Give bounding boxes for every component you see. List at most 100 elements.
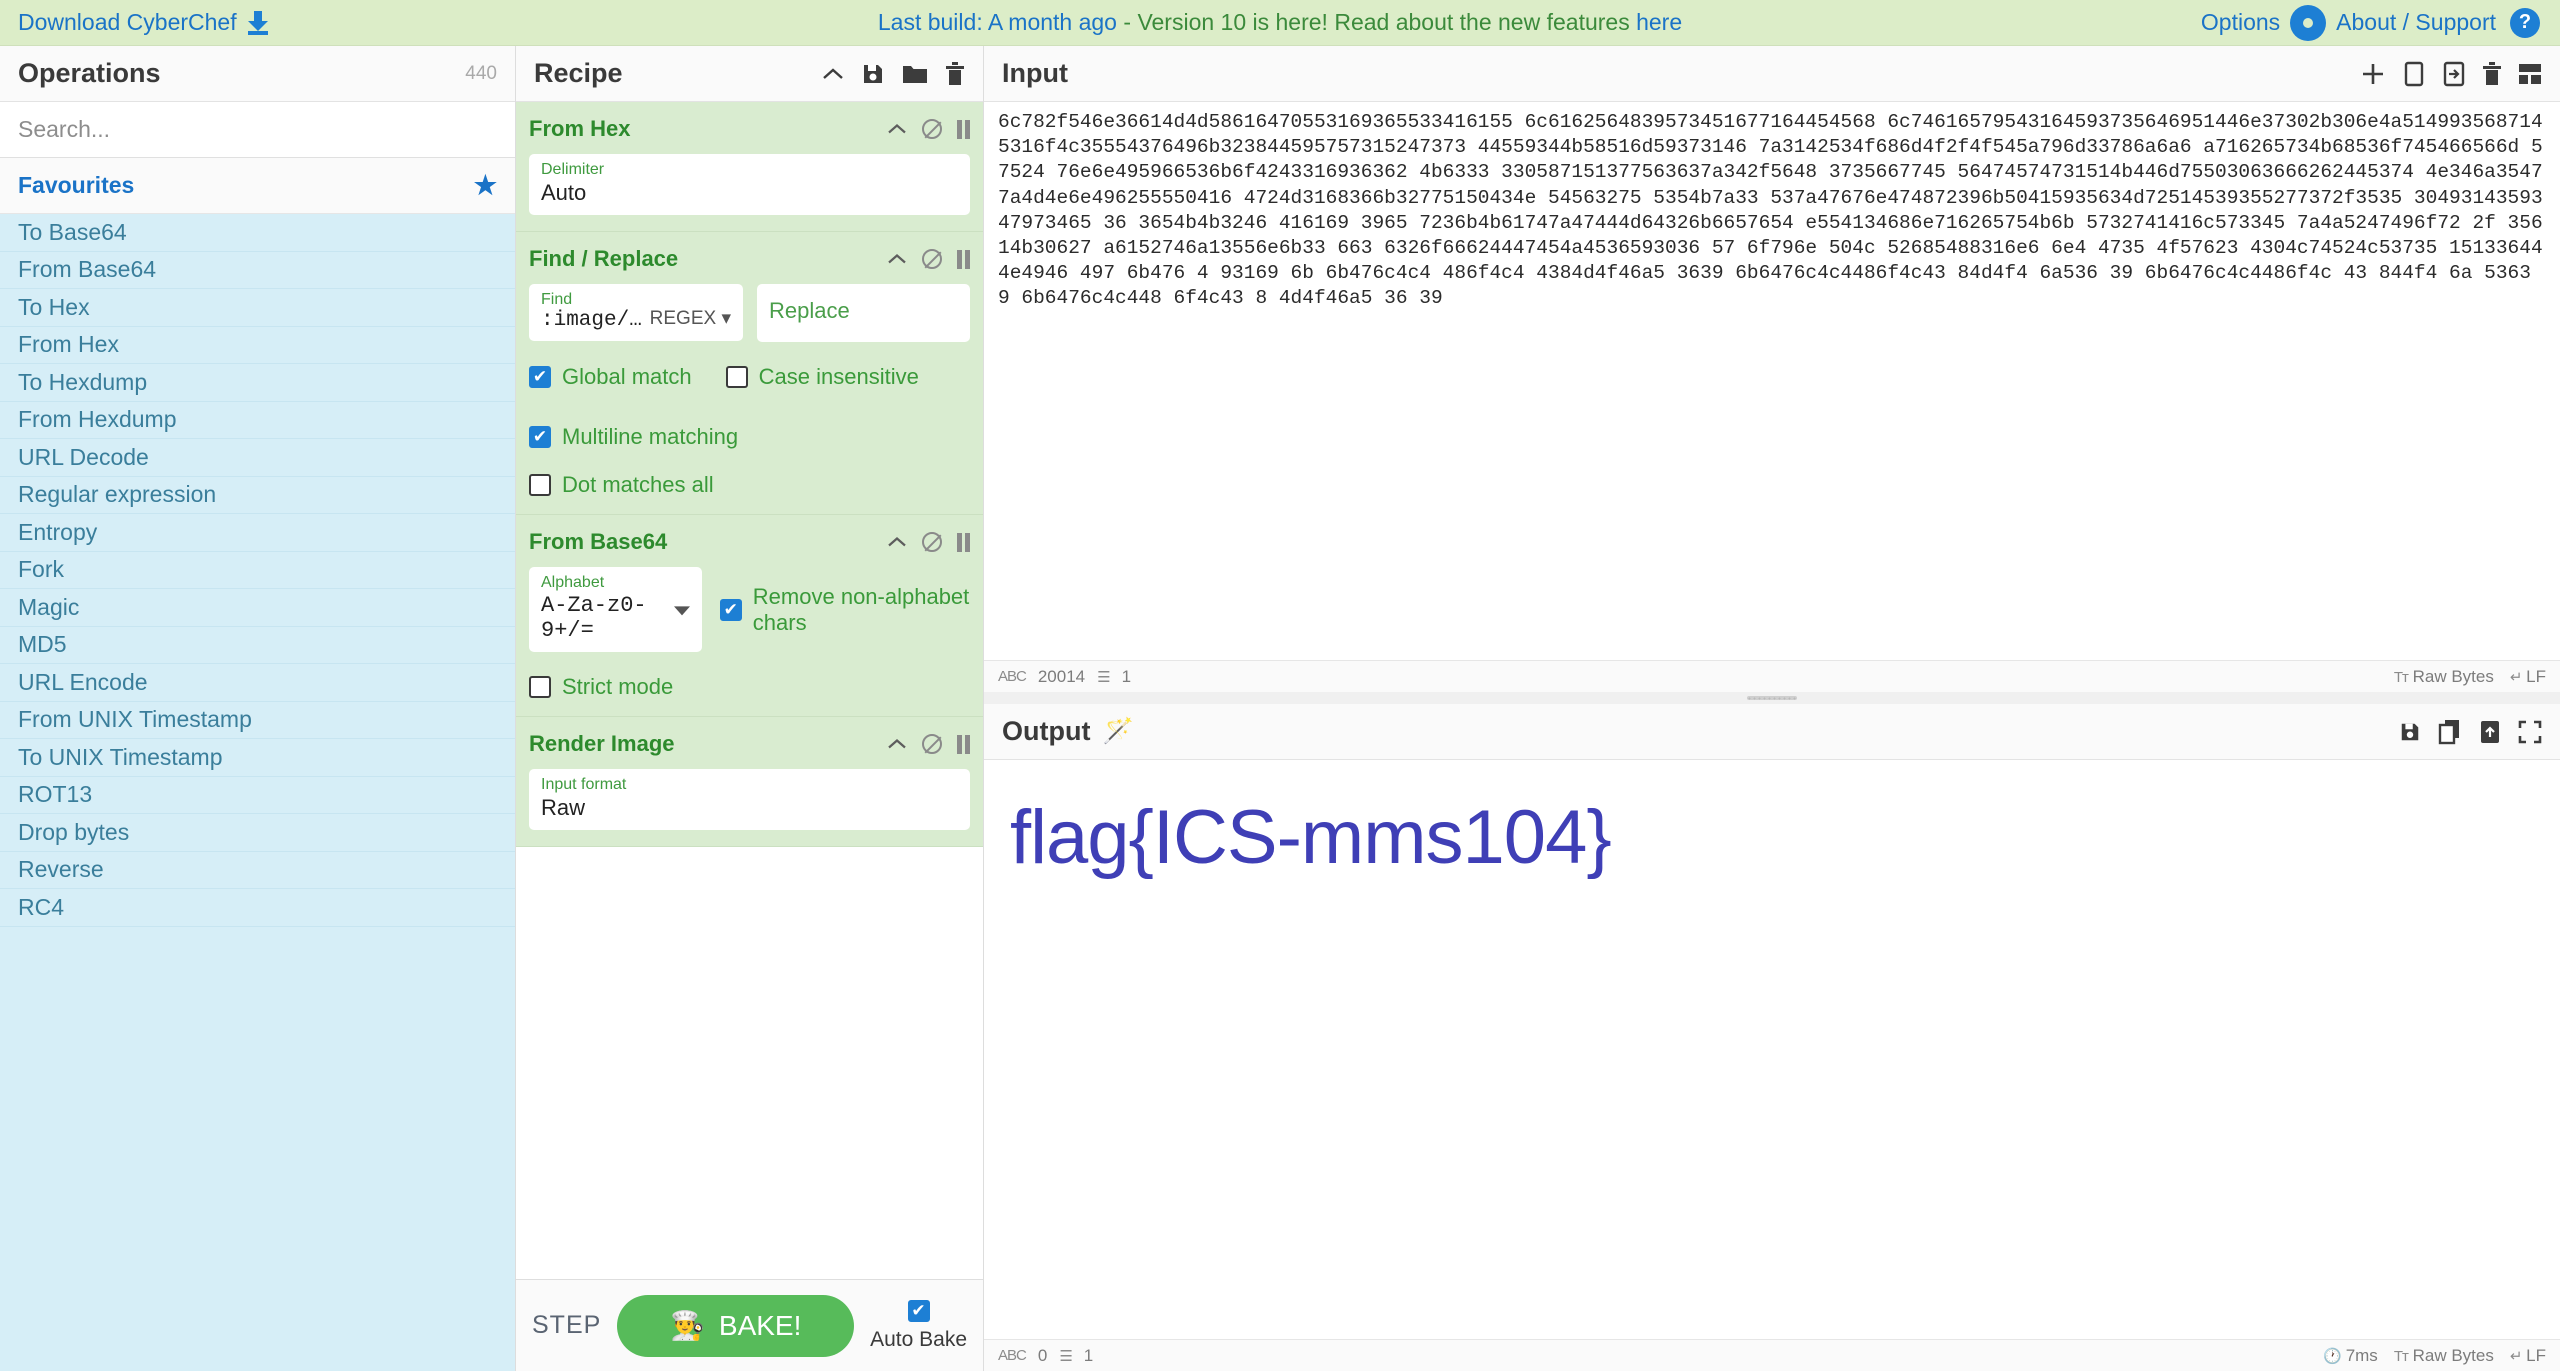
search-input[interactable] (0, 102, 515, 158)
recipe-operation[interactable]: Find / Replace Find :image/png;ba… REGEX… (516, 232, 983, 515)
io-splitter[interactable] (984, 692, 2560, 704)
pause-icon[interactable] (957, 532, 970, 552)
output-render-area[interactable]: flag{ICS-mms104} (984, 760, 2560, 1339)
chevron-up-icon[interactable] (822, 67, 844, 81)
save-icon[interactable] (2399, 720, 2421, 744)
maximize-icon[interactable] (2518, 720, 2542, 744)
question-circle-icon[interactable]: ? (2510, 7, 2540, 38)
operations-list[interactable]: To Base64 From Base64 To Hex From Hex To Hex… (0, 214, 515, 1371)
operation-list-item[interactable]: From Base64 (0, 251, 515, 289)
operation-list-item[interactable]: Drop bytes (0, 814, 515, 852)
last-build-link[interactable]: Last build: A month ago (878, 9, 1117, 35)
checkbox-box[interactable]: ✔ (529, 366, 551, 388)
pause-icon[interactable] (957, 734, 970, 754)
disable-icon[interactable] (922, 249, 942, 269)
operation-list-item[interactable]: ROT13 (0, 776, 515, 814)
auto-bake-checkbox[interactable]: ✔ (907, 1299, 930, 1322)
folder-icon[interactable] (902, 63, 928, 85)
alphabet-field[interactable]: Alphabet A-Za-z0-9+/= (529, 567, 702, 652)
new-features-here-link[interactable]: here (1636, 9, 1682, 35)
disable-icon[interactable] (922, 119, 942, 139)
replace-field[interactable]: Replace (757, 284, 970, 342)
operation-list-item[interactable]: Regular expression (0, 476, 515, 514)
checkbox-box[interactable] (529, 676, 551, 698)
plus-icon[interactable] (2360, 61, 2386, 87)
find-field[interactable]: Find :image/png;ba… REGEX ▾ (529, 284, 743, 341)
find-mode-dropdown[interactable]: REGEX ▾ (644, 307, 731, 332)
trash-icon[interactable] (945, 61, 965, 86)
checkbox-multiline-matching[interactable]: ✔ Multiline matching (529, 424, 738, 450)
checkbox-label: Strict mode (562, 674, 674, 699)
checkbox-box[interactable] (529, 474, 551, 496)
operation-list-item[interactable]: Entropy (0, 514, 515, 552)
about-support-link[interactable]: About / Support (2336, 9, 2496, 36)
operation-title-row: Find / Replace (529, 246, 970, 272)
folder-open-icon[interactable] (2403, 61, 2425, 87)
chef-icon: 👨‍🍳 (670, 1310, 705, 1341)
operation-list-item[interactable]: To UNIX Timestamp (0, 739, 515, 777)
trash-icon[interactable] (2483, 61, 2501, 86)
checkbox-box[interactable]: ✔ (719, 598, 742, 621)
chevron-up-icon[interactable] (887, 253, 907, 265)
gear-icon[interactable] (2294, 8, 2323, 37)
open-in-icon[interactable] (2442, 61, 2466, 87)
output-eol-group[interactable]: ↵ LF (2510, 1346, 2546, 1366)
download-icon[interactable] (247, 10, 269, 35)
chevron-up-icon[interactable] (887, 738, 907, 750)
options-link[interactable]: Options (2201, 9, 2280, 36)
output-format-group[interactable]: Tт Raw Bytes (2394, 1346, 2494, 1366)
checkbox-dot-matches-all[interactable]: Dot matches all (529, 472, 714, 498)
star-icon[interactable]: ★ (474, 170, 497, 201)
download-cyberchef-link[interactable]: Download CyberChef (18, 9, 237, 36)
checkbox-remove-non-alphabet[interactable]: ✔ Remove non-alphabet chars (719, 584, 970, 636)
checkbox-box[interactable] (725, 366, 748, 388)
lines-icon: ☰ (1097, 668, 1110, 686)
step-button[interactable]: STEP (532, 1311, 601, 1340)
operation-list-item[interactable]: Fork (0, 551, 515, 589)
bake-button[interactable]: 👨‍🍳 BAKE! (617, 1294, 855, 1357)
auto-bake-toggle[interactable]: ✔ Auto Bake (870, 1299, 967, 1352)
chevron-up-icon[interactable] (887, 123, 907, 135)
recipe-operation[interactable]: From Base64 Alphabet A-Za-z0-9+/= ✔ Remo… (516, 515, 983, 717)
recipe-operation[interactable]: Render Image Input format Raw (516, 717, 983, 847)
input-text-area[interactable]: 6c782f546e36614d4d5861647055316936553341… (984, 102, 2560, 660)
main-layout: Operations 440 Favourites ★ To Base64 Fro… (0, 46, 2560, 1371)
checkbox-global-match[interactable]: ✔ Global match (529, 364, 692, 390)
operation-list-item[interactable]: From Hexdump (0, 401, 515, 439)
checkbox-case-insensitive[interactable]: Case insensitive (725, 364, 919, 390)
operation-list-item[interactable]: To Hex (0, 289, 515, 327)
save-icon[interactable] (861, 62, 885, 86)
operation-list-item[interactable]: From Hex (0, 326, 515, 364)
operation-argument[interactable]: Input format Raw (529, 769, 970, 830)
operation-argument[interactable]: Delimiter Auto (529, 154, 970, 215)
pause-icon[interactable] (957, 249, 970, 269)
operation-list-item[interactable]: To Base64 (0, 214, 515, 252)
output-eol-label: LF (2526, 1345, 2546, 1365)
operation-list-item[interactable]: Magic (0, 589, 515, 627)
recipe-operation[interactable]: From Hex Delimiter Auto (516, 102, 983, 232)
operation-list-item[interactable]: MD5 (0, 626, 515, 664)
export-to-input-icon[interactable] (2479, 719, 2501, 745)
disable-icon[interactable] (922, 734, 942, 754)
favourites-category[interactable]: Favourites ★ (0, 158, 515, 214)
operation-list-item[interactable]: URL Encode (0, 664, 515, 702)
input-eol-group[interactable]: ↵ LF (2510, 667, 2546, 687)
chevron-down-icon[interactable] (673, 605, 690, 615)
operation-list-item[interactable]: Reverse (0, 851, 515, 889)
magic-wand-icon[interactable]: 🪄 (1102, 717, 1133, 746)
operation-list-item[interactable]: URL Decode (0, 439, 515, 477)
recipe-operations-list[interactable]: From Hex Delimiter Auto Find / Replace F… (516, 102, 983, 1279)
checkbox-box[interactable]: ✔ (529, 426, 551, 448)
pause-icon[interactable] (957, 119, 970, 139)
operation-label: URL Encode (18, 668, 148, 695)
operation-list-item[interactable]: To Hexdump (0, 364, 515, 402)
layout-icon[interactable] (2518, 63, 2542, 85)
output-duration: 7ms (2345, 1345, 2378, 1365)
input-format-group[interactable]: Tт Raw Bytes (2394, 667, 2494, 687)
checkbox-strict-mode[interactable]: Strict mode (529, 674, 673, 700)
disable-icon[interactable] (922, 532, 942, 552)
chevron-up-icon[interactable] (887, 536, 907, 548)
operation-list-item[interactable]: From UNIX Timestamp (0, 701, 515, 739)
copy-icon[interactable] (2438, 719, 2462, 745)
operation-list-item[interactable]: RC4 (0, 889, 515, 927)
